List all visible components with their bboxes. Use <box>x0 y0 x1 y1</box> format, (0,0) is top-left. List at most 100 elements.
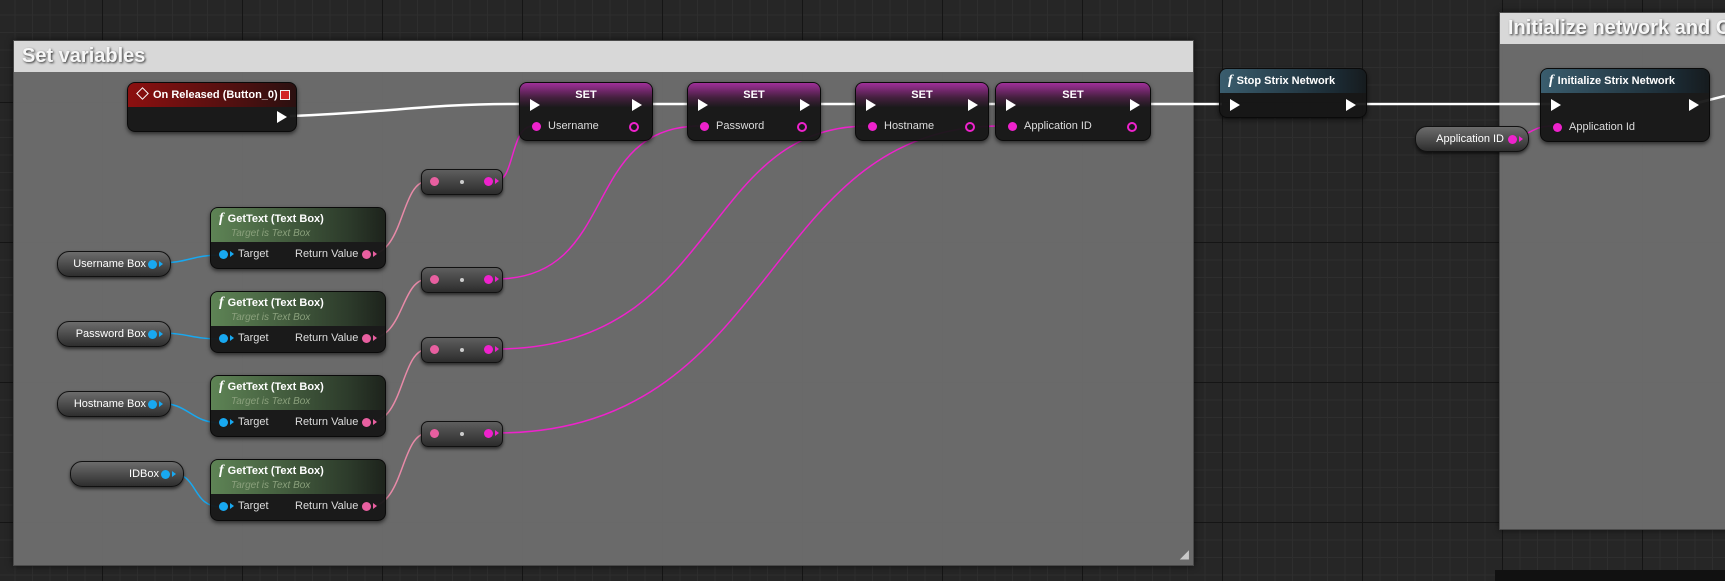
variable-node-username-box[interactable]: Username Box <box>57 251 171 277</box>
pin-arrow-icon <box>373 335 377 341</box>
input-pin[interactable] <box>532 122 541 131</box>
pin-arrow-icon <box>373 503 377 509</box>
node-title: GetText (Text Box) <box>227 381 324 393</box>
set-node-password[interactable]: SET Password <box>687 82 821 141</box>
target-pin[interactable] <box>219 502 228 511</box>
exec-out-pin[interactable] <box>1346 99 1356 111</box>
pure-node-gettext-hostname[interactable]: f GetText (Text Box) Target is Text Box T… <box>210 375 386 437</box>
exec-out-pin[interactable] <box>800 99 810 111</box>
pin-arrow-icon <box>373 419 377 425</box>
pin-arrow-icon <box>230 335 234 341</box>
variable-node-password-box[interactable]: Password Box <box>57 321 171 347</box>
variable-label: Password Box <box>75 328 146 340</box>
pin-arrow-icon <box>373 251 377 257</box>
delegate-pin-icon[interactable] <box>280 90 290 100</box>
pin-arrow-icon <box>172 471 176 477</box>
pin-arrow-icon <box>1519 136 1523 142</box>
variable-node-idbox[interactable]: IDBox <box>70 461 184 487</box>
function-node-initialize-strix-network[interactable]: f Initialize Strix Network Application Id <box>1540 68 1710 142</box>
conversion-node-text-to-string[interactable] <box>421 169 503 195</box>
target-pin[interactable] <box>219 334 228 343</box>
conversion-node-text-to-string[interactable] <box>421 267 503 293</box>
pin-label: Target <box>238 500 269 512</box>
pin-arrow-icon <box>495 430 499 436</box>
input-pin[interactable] <box>1553 123 1562 132</box>
pin-label: Application Id <box>1569 121 1636 133</box>
pure-node-gettext-username[interactable]: f GetText (Text Box) Target is Text Box T… <box>210 207 386 269</box>
output-pin[interactable] <box>1508 135 1517 144</box>
node-subtitle: Target is Text Box <box>231 396 311 407</box>
node-title: GetText (Text Box) <box>227 297 324 309</box>
variable-node-hostname-box[interactable]: Hostname Box <box>57 391 171 417</box>
event-node-on-released[interactable]: On Released (Button_0) <box>127 82 297 132</box>
input-pin[interactable] <box>430 177 439 186</box>
set-node-username[interactable]: SET Username <box>519 82 653 141</box>
output-pin[interactable] <box>1127 122 1137 132</box>
node-subtitle: Target is Text Box <box>231 312 311 323</box>
event-diamond-icon <box>136 87 149 100</box>
pin-label: Return Value <box>295 248 359 260</box>
pin-arrow-icon <box>159 261 163 267</box>
exec-in-pin[interactable] <box>1006 99 1016 111</box>
pin-label: Username <box>548 120 599 132</box>
input-pin[interactable] <box>868 122 877 131</box>
output-pin[interactable] <box>484 177 493 186</box>
set-node-hostname[interactable]: SET Hostname <box>855 82 989 141</box>
output-pin[interactable] <box>484 345 493 354</box>
pin-label: Return Value <box>295 332 359 344</box>
output-pin[interactable] <box>797 122 807 132</box>
output-pin[interactable] <box>484 429 493 438</box>
return-pin[interactable] <box>362 502 371 511</box>
pin-arrow-icon <box>159 331 163 337</box>
node-title: Initialize Strix Network <box>1557 75 1676 87</box>
variable-node-application-id[interactable]: Application ID <box>1415 126 1529 152</box>
function-icon: f <box>1228 73 1233 88</box>
pin-arrow-icon <box>159 401 163 407</box>
input-pin[interactable] <box>430 345 439 354</box>
pin-label: Hostname <box>884 120 935 132</box>
target-pin[interactable] <box>219 250 228 259</box>
exec-out-pin[interactable] <box>277 111 287 123</box>
exec-in-pin[interactable] <box>530 99 540 111</box>
string-wire <box>495 125 869 350</box>
output-pin[interactable] <box>148 400 157 409</box>
input-pin[interactable] <box>700 122 709 131</box>
variable-label: Hostname Box <box>73 398 146 410</box>
return-pin[interactable] <box>362 250 371 259</box>
pin-label: Target <box>238 416 269 428</box>
exec-in-pin[interactable] <box>698 99 708 111</box>
input-pin[interactable] <box>430 429 439 438</box>
function-icon: f <box>1549 73 1554 88</box>
convert-dot-icon <box>460 278 464 282</box>
pin-label: Return Value <box>295 416 359 428</box>
return-pin[interactable] <box>362 334 371 343</box>
exec-in-pin[interactable] <box>866 99 876 111</box>
set-node-application-id[interactable]: SET Application ID <box>995 82 1151 141</box>
conversion-node-text-to-string[interactable] <box>421 421 503 447</box>
input-pin[interactable] <box>1008 122 1017 131</box>
string-wire <box>495 125 1001 434</box>
exec-out-pin[interactable] <box>632 99 642 111</box>
output-pin[interactable] <box>484 275 493 284</box>
variable-label: Username Box <box>73 258 146 270</box>
output-pin[interactable] <box>965 122 975 132</box>
exec-out-pin[interactable] <box>1130 99 1140 111</box>
output-pin[interactable] <box>629 122 639 132</box>
pin-arrow-icon <box>495 178 499 184</box>
exec-in-pin[interactable] <box>1551 99 1561 111</box>
exec-out-pin[interactable] <box>968 99 978 111</box>
input-pin[interactable] <box>430 275 439 284</box>
output-pin[interactable] <box>161 470 170 479</box>
node-title: GetText (Text Box) <box>227 213 324 225</box>
conversion-node-text-to-string[interactable] <box>421 337 503 363</box>
function-node-stop-strix-network[interactable]: f Stop Strix Network <box>1219 68 1367 118</box>
node-title: Stop Strix Network <box>1236 75 1336 87</box>
exec-out-pin[interactable] <box>1689 99 1699 111</box>
exec-in-pin[interactable] <box>1230 99 1240 111</box>
target-pin[interactable] <box>219 418 228 427</box>
output-pin[interactable] <box>148 330 157 339</box>
output-pin[interactable] <box>148 260 157 269</box>
pure-node-gettext-idbox[interactable]: f GetText (Text Box) Target is Text Box T… <box>210 459 386 521</box>
return-pin[interactable] <box>362 418 371 427</box>
pure-node-gettext-password[interactable]: f GetText (Text Box) Target is Text Box T… <box>210 291 386 353</box>
